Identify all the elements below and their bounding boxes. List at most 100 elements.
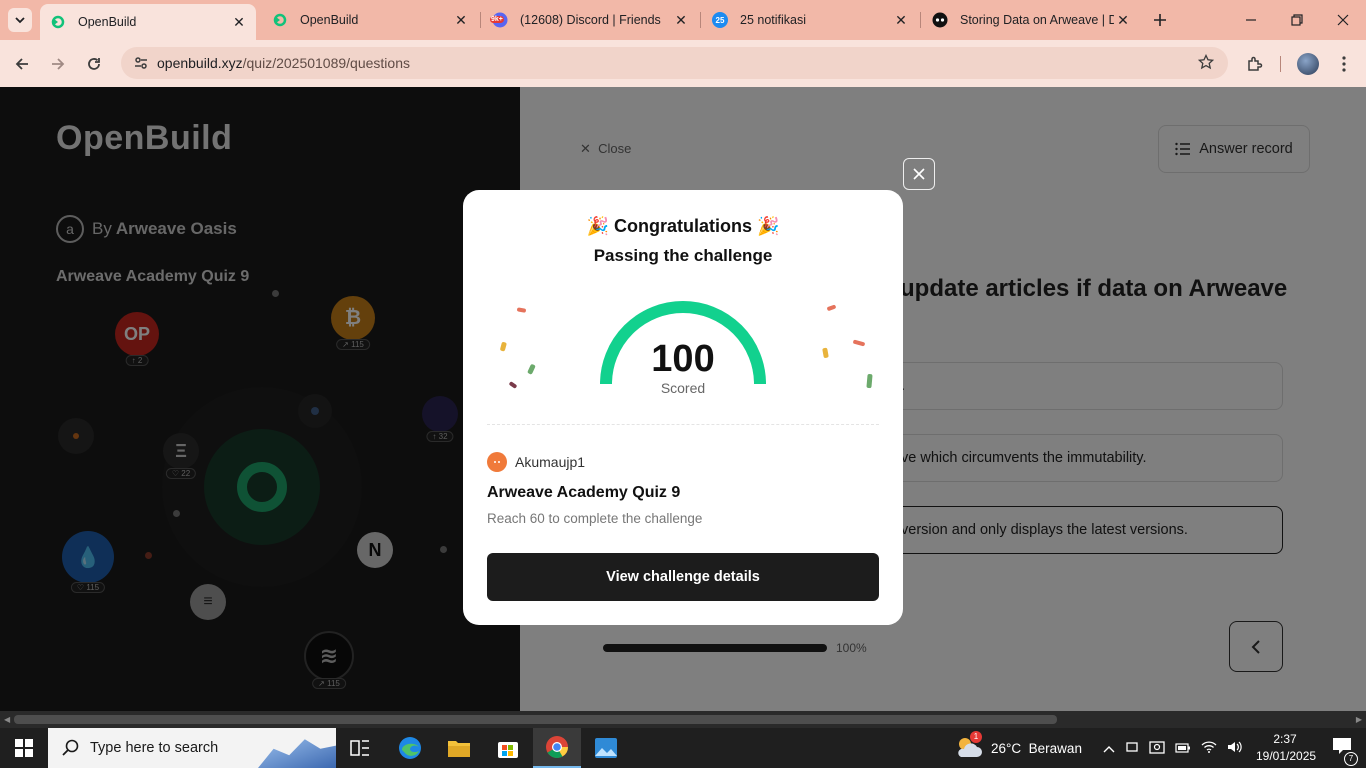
modal-title-text: Congratulations	[614, 216, 752, 236]
close-tab-icon[interactable]: ✕	[230, 13, 248, 31]
windows-taskbar: Type here to search 1 26°C Berawan 2:37 …	[0, 728, 1366, 768]
more-vert-icon	[1342, 56, 1346, 72]
store-icon	[498, 742, 518, 758]
reload-icon	[88, 58, 100, 70]
modal-title: 🎉 Congratulations 🎉	[463, 216, 903, 237]
screen: OpenBuild ✕ OpenBuild ✕ 9k+ (12608) Disc…	[0, 0, 1366, 768]
tab-openbuild-active[interactable]: OpenBuild ✕	[40, 4, 256, 40]
tab-separator	[700, 12, 701, 28]
close-tab-icon[interactable]: ✕	[452, 11, 470, 29]
notification-icon: 7	[1332, 737, 1358, 766]
tab-separator	[920, 12, 921, 28]
close-modal-button[interactable]	[903, 158, 935, 190]
pass-requirement: Reach 60 to complete the challenge	[487, 511, 703, 526]
search-icon	[62, 739, 79, 756]
horizontal-scrollbar[interactable]: ◀ ▶	[0, 711, 1366, 728]
openbuild-icon	[50, 14, 66, 30]
modal-divider	[487, 424, 879, 425]
scroll-left-icon[interactable]: ◀	[4, 715, 10, 724]
minimize-icon	[1246, 19, 1256, 21]
close-tab-icon[interactable]: ✕	[672, 11, 690, 29]
tab-title: 25 notifikasi	[740, 13, 807, 27]
back-button[interactable]	[7, 49, 37, 79]
party-popper-icon: 🎉	[586, 216, 609, 236]
extensions-button[interactable]	[1240, 49, 1270, 79]
weather-text: 26°C Berawan	[991, 740, 1082, 756]
arrow-right-icon	[52, 58, 65, 70]
chevron-down-icon	[15, 17, 25, 24]
close-window-button[interactable]	[1320, 0, 1366, 40]
url-host: openbuild.xyz	[157, 55, 243, 71]
tab-search-button[interactable]	[8, 8, 32, 32]
tab-title: OpenBuild	[300, 13, 359, 27]
clock[interactable]: 2:37 19/01/2025	[1256, 731, 1317, 765]
puzzle-icon	[1248, 56, 1263, 71]
tab-discord[interactable]: 9k+ (12608) Discord | Friends ✕	[482, 0, 698, 40]
show-hidden-icons[interactable]	[1103, 741, 1115, 756]
edge-icon	[399, 737, 421, 759]
plus-icon	[1154, 14, 1166, 26]
browser-menu-button[interactable]	[1329, 49, 1359, 79]
tab-title: (12608) Discord | Friends	[520, 13, 661, 27]
chrome-app[interactable]	[533, 728, 581, 768]
task-view-button[interactable]	[336, 728, 384, 768]
address-bar[interactable]: openbuild.xyz/quiz/202501089/questions	[121, 47, 1228, 79]
arrow-left-icon	[15, 58, 28, 70]
weather-widget[interactable]: 1 26°C Berawan	[955, 728, 1082, 768]
score-label: Scored	[660, 380, 706, 396]
tab-strip: OpenBuild ✕ OpenBuild ✕ 9k+ (12608) Disc…	[0, 0, 1366, 40]
tab-notifications[interactable]: 25 25 notifikasi ✕	[702, 0, 918, 40]
task-view-icon	[350, 740, 369, 756]
view-challenge-details-button[interactable]: View challenge details	[487, 553, 879, 601]
avatar	[1297, 53, 1319, 75]
notification-center-button[interactable]: 7	[1318, 728, 1366, 768]
folder-icon	[448, 741, 470, 757]
taskbar-search[interactable]: Type here to search	[48, 728, 336, 768]
congratulations-modal: 🎉 Congratulations 🎉 Passing the challeng…	[463, 190, 903, 625]
user-avatar	[487, 452, 507, 472]
close-icon	[913, 168, 925, 180]
scroll-right-icon[interactable]: ▶	[1356, 715, 1362, 724]
volume-icon[interactable]	[1227, 740, 1243, 757]
tab-badge: 9k+	[490, 16, 504, 23]
tab-openbuild[interactable]: OpenBuild ✕	[262, 0, 478, 40]
openbuild-icon	[272, 12, 288, 28]
clock-time: 2:37	[1273, 732, 1297, 746]
battery-icon[interactable]	[1175, 741, 1191, 756]
windows-icon	[15, 739, 33, 757]
notification-icon: 25	[712, 12, 728, 28]
chrome-icon	[546, 736, 568, 758]
modal-quiz-name: Arweave Academy Quiz 9	[487, 484, 681, 501]
site-info-icon[interactable]	[133, 55, 149, 76]
minimize-button[interactable]	[1228, 0, 1274, 40]
meet-now-icon[interactable]	[1125, 740, 1139, 757]
bookmark-star-icon[interactable]	[1197, 53, 1215, 75]
photos-app[interactable]	[582, 728, 630, 768]
notification-count: 7	[1344, 751, 1358, 766]
file-explorer-app[interactable]	[435, 728, 483, 768]
tab-title: Storing Data on Arweave | D	[960, 13, 1114, 27]
clock-date: 19/01/2025	[1256, 749, 1317, 763]
search-placeholder: Type here to search	[90, 740, 219, 756]
reload-button[interactable]	[79, 49, 109, 79]
scrollbar-thumb[interactable]	[14, 715, 1057, 724]
start-button[interactable]	[0, 728, 48, 768]
restore-button[interactable]	[1274, 0, 1320, 40]
store-app[interactable]	[484, 728, 532, 768]
forward-button[interactable]	[43, 49, 73, 79]
tab-arweave-docs[interactable]: Storing Data on Arweave | D ✕	[922, 0, 1140, 40]
score-value: 100	[651, 338, 715, 380]
close-tab-icon[interactable]: ✕	[892, 11, 910, 29]
wifi-icon[interactable]	[1201, 740, 1217, 756]
edge-app[interactable]	[386, 728, 434, 768]
system-tray	[1103, 728, 1243, 768]
toolbar-separator	[1280, 56, 1281, 72]
new-tab-button[interactable]	[1146, 6, 1174, 34]
tab-title: OpenBuild	[78, 15, 137, 29]
close-tab-icon[interactable]: ✕	[1114, 11, 1132, 29]
profile-button[interactable]	[1293, 49, 1323, 79]
user-info: Akumaujp1	[487, 452, 585, 472]
search-highlight-image	[258, 739, 336, 768]
screenshot-tool-icon[interactable]	[1149, 740, 1165, 757]
weather-badge: 1	[970, 730, 982, 743]
